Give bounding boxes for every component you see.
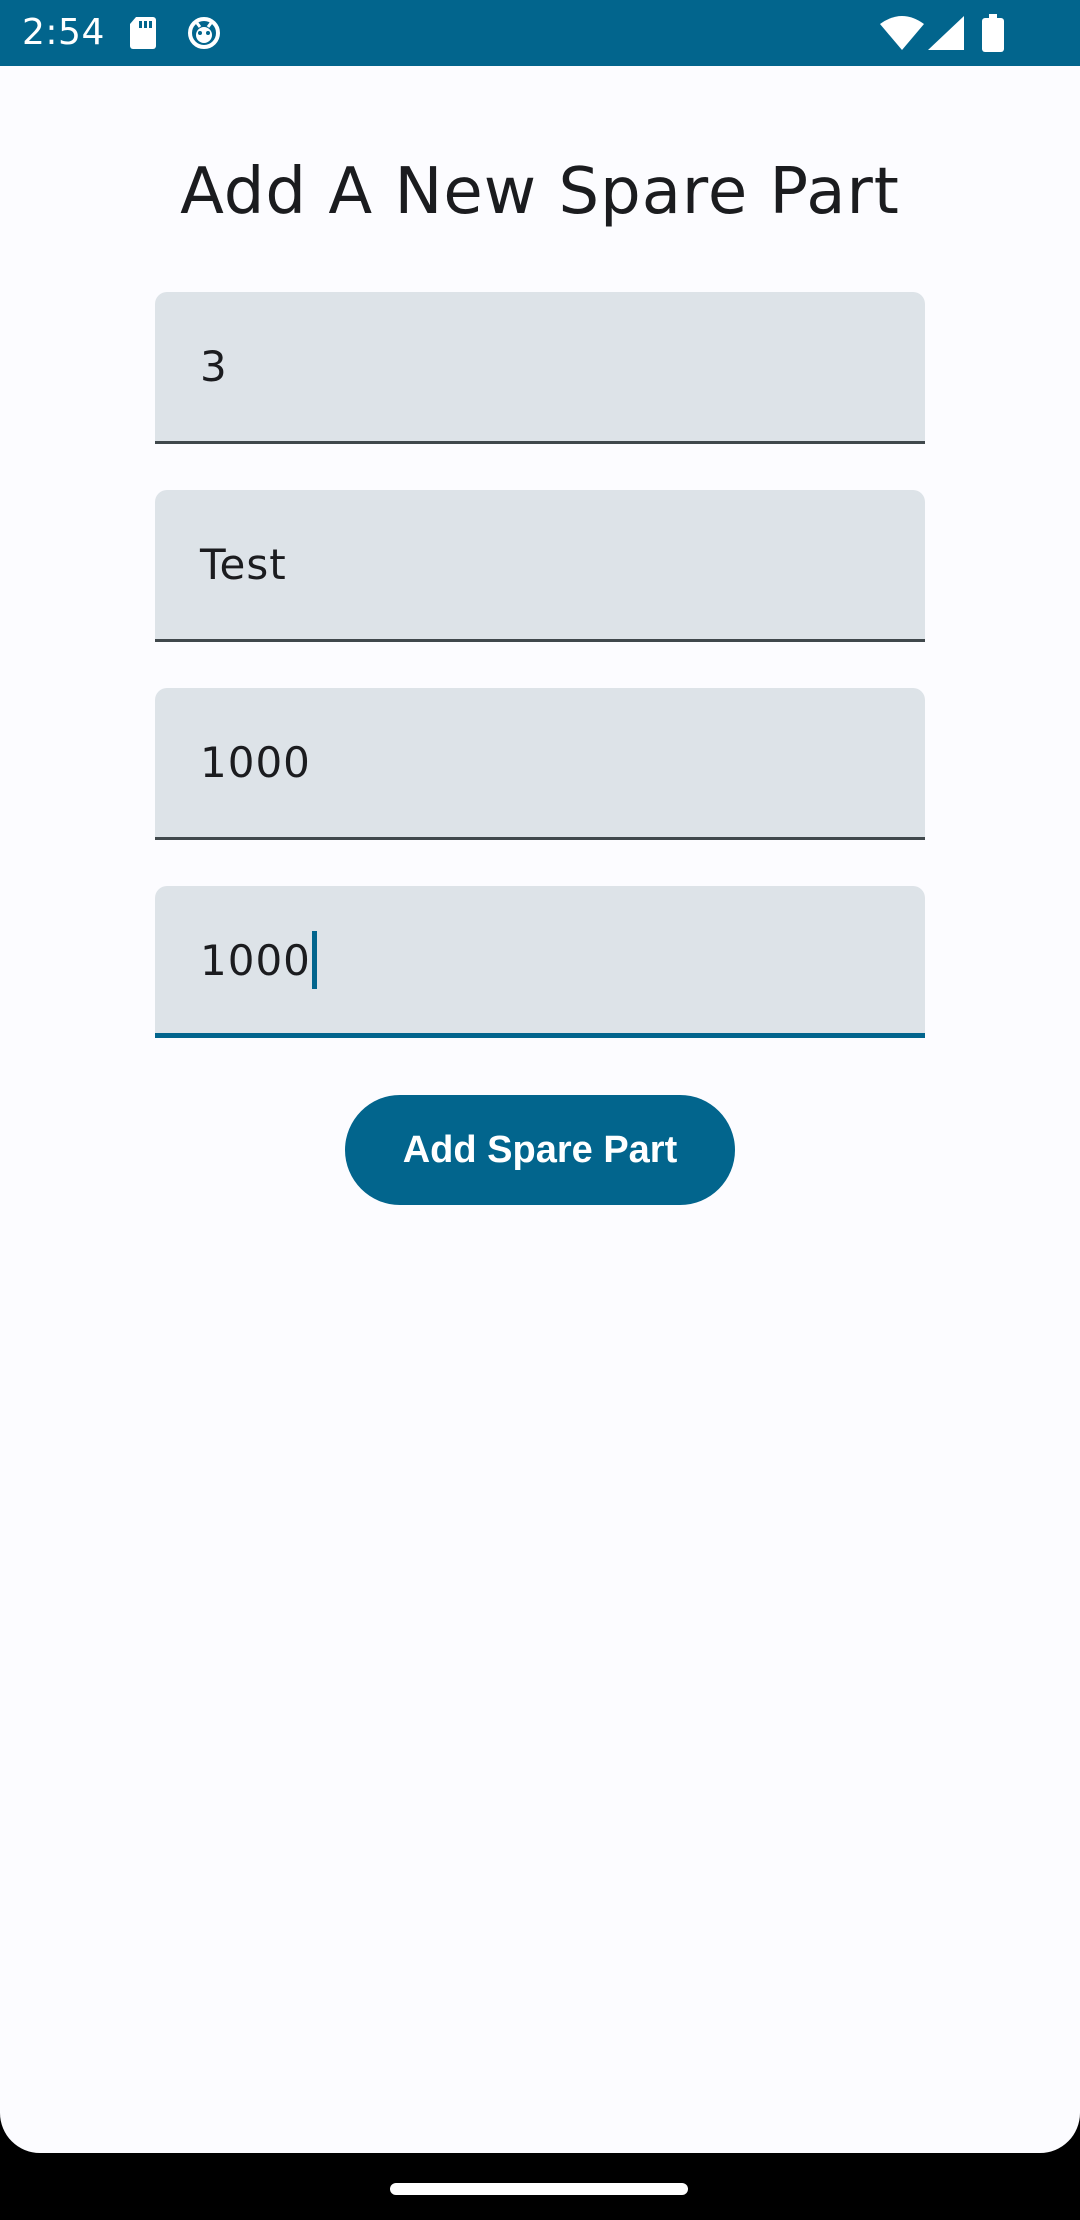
part-field-3-value: 1000 bbox=[200, 738, 311, 787]
part-field-2[interactable]: Test bbox=[155, 490, 925, 642]
add-spare-part-button[interactable]: Add Spare Part bbox=[345, 1095, 735, 1205]
part-field-2-value: Test bbox=[200, 540, 287, 589]
sd-card-icon bbox=[128, 15, 158, 56]
part-field-4-value-wrapper: 1000 bbox=[200, 930, 317, 993]
cell-signal-icon bbox=[928, 16, 964, 55]
app-screen: 2:54 Add A New Spare Part 3 Test 1000 10… bbox=[0, 0, 1080, 2153]
status-bar: 2:54 bbox=[0, 0, 1080, 66]
page-title: Add A New Spare Part bbox=[180, 155, 900, 229]
part-field-4-value: 1000 bbox=[200, 936, 311, 985]
status-time: 2:54 bbox=[22, 12, 105, 53]
part-field-4[interactable]: 1000 bbox=[155, 886, 925, 1038]
text-cursor bbox=[311, 930, 317, 989]
part-field-1-value: 3 bbox=[200, 342, 228, 391]
part-field-1[interactable]: 3 bbox=[155, 292, 925, 444]
wifi-icon bbox=[880, 16, 924, 55]
part-field-3[interactable]: 1000 bbox=[155, 688, 925, 840]
android-debug-icon bbox=[186, 15, 222, 56]
battery-icon bbox=[982, 14, 1004, 57]
home-gesture-handle[interactable] bbox=[390, 2183, 688, 2195]
